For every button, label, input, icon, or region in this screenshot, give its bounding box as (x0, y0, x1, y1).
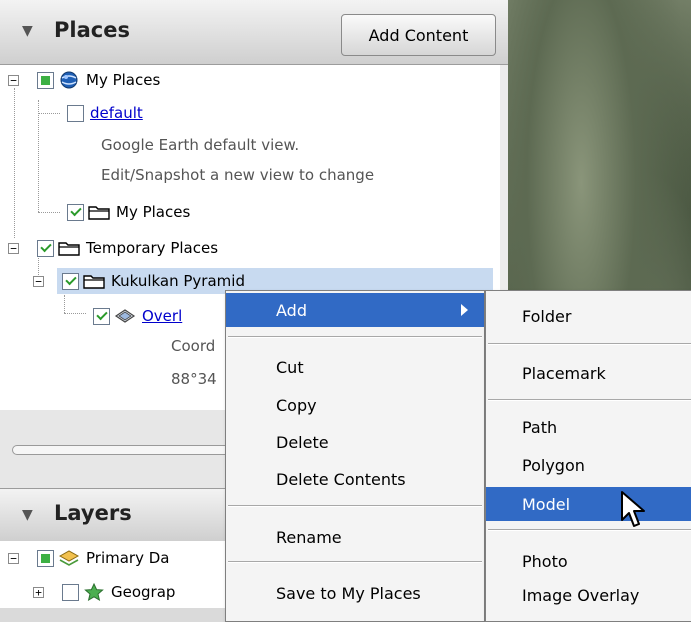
submenu-item-placemark[interactable]: Placemark (486, 356, 691, 390)
submenu-item-folder[interactable]: Folder (486, 299, 691, 333)
menu-item-label: Polygon (522, 455, 585, 475)
collapse-toggle-icon[interactable]: − (8, 242, 19, 254)
checkbox-unchecked[interactable] (62, 583, 79, 601)
menu-item-label: Save to My Places (276, 583, 421, 603)
checkbox-checked[interactable] (93, 307, 110, 325)
menu-item-delete[interactable]: Delete (226, 425, 484, 459)
default-view-link[interactable]: default (90, 104, 143, 122)
submenu-item-model[interactable]: Model (486, 487, 691, 521)
layers-title: Layers (54, 501, 132, 525)
menu-item-label: Model (522, 494, 571, 514)
collapse-triangle-icon[interactable]: ▼ (22, 507, 33, 523)
checkbox-partial[interactable] (37, 549, 54, 567)
menu-item-cut[interactable]: Cut (226, 350, 484, 384)
star-icon (83, 583, 105, 601)
tree-label: My Places (116, 203, 191, 221)
add-content-button[interactable]: Add Content (341, 14, 496, 56)
add-submenu: Folder Placemark Path Polygon Model Phot… (485, 290, 691, 622)
checkbox-unchecked[interactable] (67, 104, 84, 122)
submenu-item-polygon[interactable]: Polygon (486, 448, 691, 482)
context-menu: Add Cut Copy Delete Delete Contents Rena… (225, 290, 485, 622)
submenu-item-path[interactable]: Path (486, 410, 691, 444)
menu-item-copy[interactable]: Copy (226, 388, 484, 422)
menu-item-add[interactable]: Add (226, 293, 484, 327)
overlay-description-line-2: 88°34 (171, 370, 217, 388)
layers-icon (58, 549, 80, 567)
folder-icon (88, 203, 110, 221)
tree-row-my-places-folder[interactable]: My Places (67, 199, 190, 225)
menu-item-label: Cut (276, 357, 304, 377)
checkbox-partial[interactable] (37, 71, 54, 89)
menu-item-label: Photo (522, 551, 568, 571)
overlay-link[interactable]: Overl (142, 307, 182, 325)
menu-item-save-to-my-places[interactable]: Save to My Places (226, 576, 484, 610)
collapse-toggle-icon[interactable]: − (8, 552, 19, 564)
menu-item-label: Folder (522, 306, 572, 326)
default-description-line-1: Google Earth default view. (101, 136, 300, 154)
checkbox-checked[interactable] (37, 239, 54, 257)
tree-label: Kukulkan Pyramid (111, 272, 245, 290)
tree-label: My Places (86, 71, 161, 89)
tree-label: Geograp (111, 583, 176, 601)
tree-row-kukulkan-pyramid[interactable]: − Kukulkan Pyramid (33, 268, 245, 294)
menu-item-label: Delete Contents (276, 469, 406, 489)
submenu-item-image-overlay[interactable]: Image Overlay (486, 578, 691, 612)
expand-toggle-icon[interactable]: + (33, 586, 44, 598)
submenu-item-photo[interactable]: Photo (486, 544, 691, 578)
menu-item-label: Placemark (522, 363, 606, 383)
default-description-line-2: Edit/Snapshot a new view to change (101, 166, 375, 184)
folder-icon (58, 239, 80, 257)
menu-item-label: Copy (276, 395, 317, 415)
image-overlay-icon (114, 307, 136, 325)
tree-label: Temporary Places (86, 239, 219, 257)
mouse-pointer-icon (621, 491, 645, 527)
menu-item-label: Add (276, 300, 307, 320)
layer-row-primary-database[interactable]: − Primary Da (8, 545, 169, 571)
menu-item-label: Delete (276, 432, 329, 452)
menu-item-delete-contents[interactable]: Delete Contents (226, 462, 484, 496)
menu-item-label: Rename (276, 527, 342, 547)
submenu-arrow-icon (461, 304, 468, 316)
tree-row-default[interactable]: default (67, 100, 143, 126)
tree-row-my-places-root[interactable]: − My Places (8, 67, 160, 93)
globe-icon (58, 71, 80, 89)
places-panel-header: ▼ Places Add Content (0, 0, 508, 65)
checkbox-checked[interactable] (67, 203, 84, 221)
layer-row-geographic[interactable]: + Geograp (33, 579, 175, 605)
tree-row-temporary-places[interactable]: − Temporary Places (8, 235, 218, 261)
tree-label: Primary Da (86, 549, 170, 567)
places-title: Places (54, 18, 130, 42)
folder-icon (83, 272, 105, 290)
collapse-toggle-icon[interactable]: − (8, 74, 19, 86)
collapse-triangle-icon[interactable]: ▼ (22, 23, 33, 39)
checkbox-checked[interactable] (62, 272, 79, 290)
collapse-toggle-icon[interactable]: − (33, 275, 44, 287)
menu-item-rename[interactable]: Rename (226, 520, 484, 554)
menu-item-label: Image Overlay (522, 585, 640, 605)
overlay-description-line-1: Coord (171, 337, 216, 355)
tree-row-overlay[interactable]: Overl (93, 303, 182, 329)
menu-item-label: Path (522, 417, 558, 437)
